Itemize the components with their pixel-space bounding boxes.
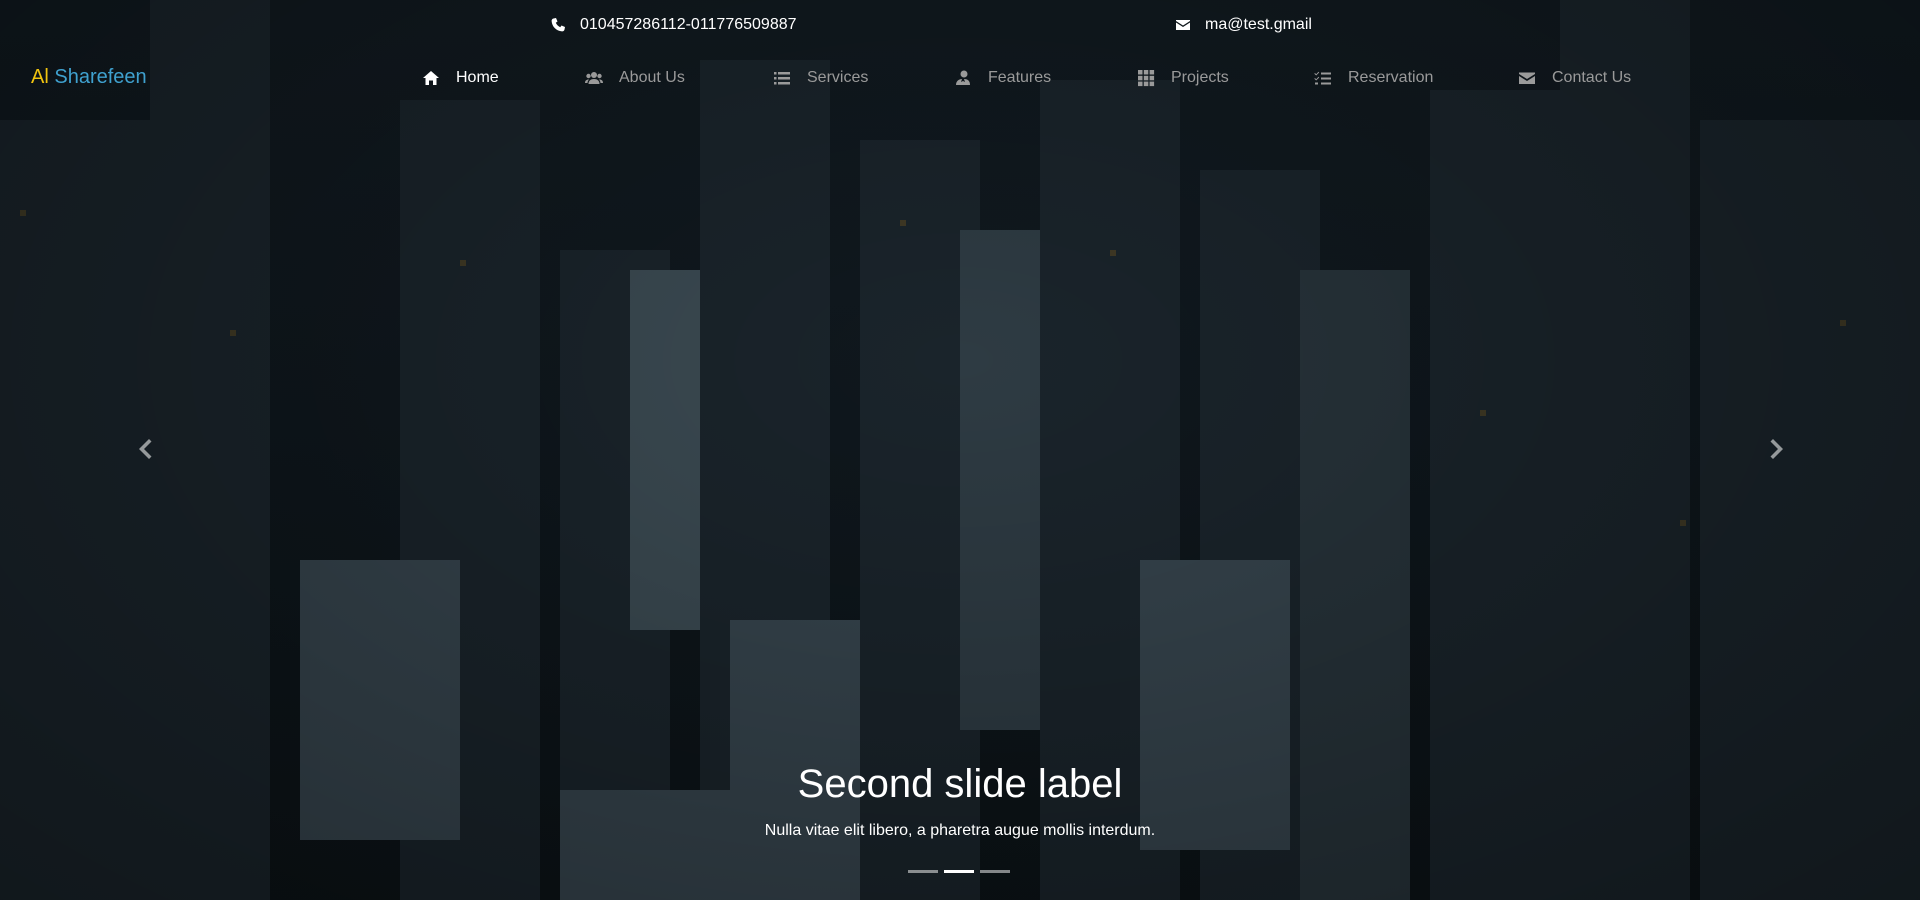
nav-item-services[interactable]: Services <box>773 66 868 90</box>
list-icon <box>774 72 790 85</box>
grid-icon <box>1138 70 1155 87</box>
nav-item-contact-us[interactable]: Contact Us <box>1518 66 1631 90</box>
nav-item-label: Home <box>456 69 499 86</box>
nav-item-features[interactable]: Features <box>954 66 1051 90</box>
user-tie-icon <box>956 70 970 85</box>
slide-text: Nulla vitae elit libero, a pharetra augu… <box>764 822 1156 839</box>
nav-item-label: Features <box>988 69 1052 86</box>
nav-item-label: Services <box>807 69 869 86</box>
brand-second-word: Sharefeen <box>54 66 147 88</box>
hero-carousel: 010457286112-011776509887 ma@test.gmail … <box>0 0 1920 900</box>
nav-item-label: Reservation <box>1348 69 1434 86</box>
phone-icon <box>551 18 565 32</box>
chevron-left-icon <box>139 439 152 459</box>
nav-item-home[interactable]: Home <box>422 66 499 90</box>
envelope-icon <box>1176 20 1190 30</box>
contact-email[interactable]: ma@test.gmail <box>1175 14 1312 36</box>
users-icon <box>585 72 603 84</box>
contact-phone-text: 010457286112-011776509887 <box>580 16 797 33</box>
chevron-right-icon <box>1770 439 1783 459</box>
nav-item-projects[interactable]: Projects <box>1137 66 1229 90</box>
carousel-indicator-1[interactable] <box>908 870 938 873</box>
nav-item-label: Projects <box>1171 69 1229 86</box>
nav-item-reservation[interactable]: Reservation <box>1314 66 1433 90</box>
carousel-prev-button[interactable] <box>132 436 158 462</box>
home-icon <box>423 71 439 85</box>
nav-item-label: About Us <box>619 69 685 86</box>
envelope-icon <box>1519 72 1535 84</box>
contact-email-text: ma@test.gmail <box>1205 16 1312 33</box>
carousel-indicator-3[interactable] <box>980 870 1010 873</box>
slide-title: Second slide label <box>797 762 1123 806</box>
nav-item-about-us[interactable]: About Us <box>585 66 685 90</box>
checklist-icon <box>1314 71 1331 85</box>
carousel-next-button[interactable] <box>1764 436 1790 462</box>
brand-first-word: Al <box>31 66 49 88</box>
contact-phone[interactable]: 010457286112-011776509887 <box>550 14 797 36</box>
carousel-indicator-2[interactable] <box>944 870 974 873</box>
nav-item-label: Contact Us <box>1552 69 1632 86</box>
brand-logo[interactable]: Al Sharefeen <box>31 66 147 89</box>
carousel-indicators <box>908 870 1010 873</box>
